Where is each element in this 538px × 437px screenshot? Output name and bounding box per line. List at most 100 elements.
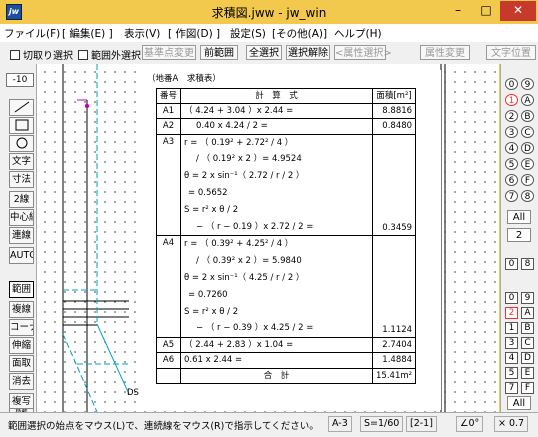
base-change-button[interactable]: 基準点変更 xyxy=(142,45,196,60)
layer-button[interactable]: F xyxy=(521,174,534,186)
cut-select-checkbox[interactable]: 切取り選択 xyxy=(10,47,73,62)
menu-draw[interactable]: [ 作図(D) ] xyxy=(168,26,220,41)
line-tool-button[interactable] xyxy=(9,99,34,116)
text-position-button[interactable]: 文字位置 xyxy=(486,45,536,60)
parallel-line-tool-button[interactable]: 複線 xyxy=(9,301,34,318)
row-formula: r = （ 0.19² + 2.72² / 4 ） / （ 0.19² x 2 … xyxy=(180,133,374,237)
text-tool-button[interactable]: 文字 xyxy=(9,153,34,170)
menu-other[interactable]: [その他(A)] xyxy=(272,26,327,41)
rectangle-icon xyxy=(15,119,28,131)
layer-button[interactable]: C xyxy=(521,126,534,138)
layer-number-field[interactable]: 2 xyxy=(507,228,531,242)
row-area: 0.3459 xyxy=(372,133,417,237)
prev-range-button[interactable]: 前範囲 xyxy=(200,45,238,60)
layer-indicator[interactable]: [2-1] xyxy=(406,416,437,432)
group-button[interactable]: 0 xyxy=(505,292,518,304)
group-button[interactable]: 1 xyxy=(505,322,518,334)
group-button[interactable]: B xyxy=(521,322,534,334)
formula-line: θ = 2 x sin⁻¹（ 2.72 / r / 2 ） xyxy=(184,171,305,182)
dimension-tool-button[interactable]: 寸法 xyxy=(9,171,34,188)
attr-select-button[interactable]: <属性選択> xyxy=(334,45,392,60)
layer-button[interactable]: 9 xyxy=(521,78,534,90)
formula-line: 0.40 x 4.24 / 2 = xyxy=(196,121,268,132)
layer-button[interactable]: 7 xyxy=(505,190,518,202)
layer-button[interactable]: B xyxy=(521,110,534,122)
group-button[interactable]: 4 xyxy=(505,352,518,364)
group-indicator[interactable]: 0 xyxy=(505,258,518,270)
group-button[interactable]: E xyxy=(521,367,534,379)
group-button[interactable]: 9 xyxy=(521,292,534,304)
stretch-tool-button[interactable]: 伸縮 xyxy=(9,337,34,354)
group-button[interactable]: 7 xyxy=(505,382,518,394)
group-indicator[interactable]: 8 xyxy=(521,258,534,270)
outside-select-checkbox[interactable]: 範囲外選択 xyxy=(78,47,141,62)
layer-button[interactable]: 5 xyxy=(505,158,518,170)
menu-settings[interactable]: 設定(S) xyxy=(230,26,266,41)
group-all-button[interactable]: All xyxy=(507,396,531,410)
menu-view[interactable]: 表示(V) xyxy=(124,26,160,41)
row-no: A5 xyxy=(155,337,182,354)
group-button-current[interactable]: 2 xyxy=(505,307,518,319)
paper-size[interactable]: A-3 xyxy=(328,416,352,432)
group-button[interactable]: F xyxy=(521,382,534,394)
rect-tool-button[interactable] xyxy=(9,117,34,134)
formula-line: − （ r − 0.39 ）x 4.25 / 2 = xyxy=(196,323,314,334)
close-button[interactable]: ✕ xyxy=(500,1,536,21)
table-row: A5 （ 2.44 + 2.83 ）x 1.04 = 2.7404 xyxy=(155,337,417,354)
layer-button[interactable]: 2 xyxy=(505,110,518,122)
release-select-button[interactable]: 選択解除 xyxy=(286,45,330,60)
header-no: 番号 xyxy=(155,87,182,105)
layer-button[interactable]: D xyxy=(521,142,534,154)
scale-indicator[interactable]: S=1/60 xyxy=(360,416,404,432)
formula-line: = 0.5652 xyxy=(188,188,228,198)
maximize-button[interactable]: □ xyxy=(472,1,500,21)
menu-file[interactable]: ファイル(F) xyxy=(4,26,60,41)
connect-line-tool-button[interactable]: 連線 xyxy=(9,227,34,244)
layer-button[interactable]: 3 xyxy=(505,126,518,138)
corner-tool-button[interactable]: コーナー xyxy=(9,319,34,336)
attr-change-button[interactable]: 属性変更 xyxy=(420,45,470,60)
row-no: A3 xyxy=(155,133,182,237)
center-line-tool-button[interactable]: 中心線 xyxy=(9,209,34,226)
row-no: A6 xyxy=(155,352,182,369)
layer-button[interactable]: A xyxy=(521,94,534,106)
circle-icon xyxy=(16,137,27,149)
layer-button[interactable]: 0 xyxy=(505,78,518,90)
minimize-button[interactable]: – xyxy=(444,1,472,21)
menu-bar: ファイル(F) [ 編集(E) ] 表示(V) [ 作図(D) ] 設定(S) … xyxy=(0,24,538,43)
range-tool-button[interactable]: 範囲 xyxy=(9,281,34,298)
select-all-button[interactable]: 全選択 xyxy=(246,45,282,60)
circle-tool-button[interactable] xyxy=(9,135,34,152)
formula-line: = 0.7260 xyxy=(188,289,228,300)
formula-line: S = r² x θ / 2 xyxy=(184,204,239,215)
group-button[interactable]: A xyxy=(521,307,534,319)
cut-select-label: 切取り選択 xyxy=(23,51,73,62)
total-blank xyxy=(155,367,182,384)
layer-panel: 0 9 1 A 2 B 3 C 4 D 5 E 6 F 7 8 All 2 0 … xyxy=(500,64,538,412)
layer-all-button[interactable]: All xyxy=(507,210,531,224)
chamfer-tool-button[interactable]: 面取 xyxy=(9,355,34,372)
auto-tool-button[interactable]: AUTO xyxy=(9,247,34,264)
row-formula: 0.61 x 2.44 = xyxy=(180,352,374,369)
zoom-indicator[interactable]: × 0.7 xyxy=(494,416,529,432)
scale-field[interactable]: -10 xyxy=(6,73,34,87)
menu-edit[interactable]: [ 編集(E) ] xyxy=(62,26,113,41)
group-button[interactable]: C xyxy=(521,337,534,349)
group-button[interactable]: D xyxy=(521,352,534,364)
erase-tool-button[interactable]: 消去 xyxy=(9,373,34,390)
layer-button[interactable]: E xyxy=(521,158,534,170)
group-button[interactable]: 5 xyxy=(505,367,518,379)
group-button[interactable]: 3 xyxy=(505,337,518,349)
menu-help[interactable]: ヘルプ(H) xyxy=(334,26,382,41)
layer-button[interactable]: 4 xyxy=(505,142,518,154)
double-line-tool-button[interactable]: 2線 xyxy=(9,191,34,208)
layer-button[interactable]: 6 xyxy=(505,174,518,186)
toolbar: 切取り選択 範囲外選択 基準点変更 前範囲 全選択 選択解除 <属性選択> 属性… xyxy=(0,42,538,65)
layer-button[interactable]: 8 xyxy=(521,190,534,202)
angle-indicator[interactable]: ∠0° xyxy=(456,416,484,432)
total-value: 15.41m² xyxy=(372,367,417,384)
layer-button-current[interactable]: 1 xyxy=(505,94,518,106)
drawing-canvas[interactable]: （地番A 求積表） 番号 計 算 式 面積[m²] A1 （ 4.24 + 3.… xyxy=(37,64,499,412)
row-no: A1 xyxy=(155,103,182,120)
row-area: 1.4884 xyxy=(372,352,417,369)
